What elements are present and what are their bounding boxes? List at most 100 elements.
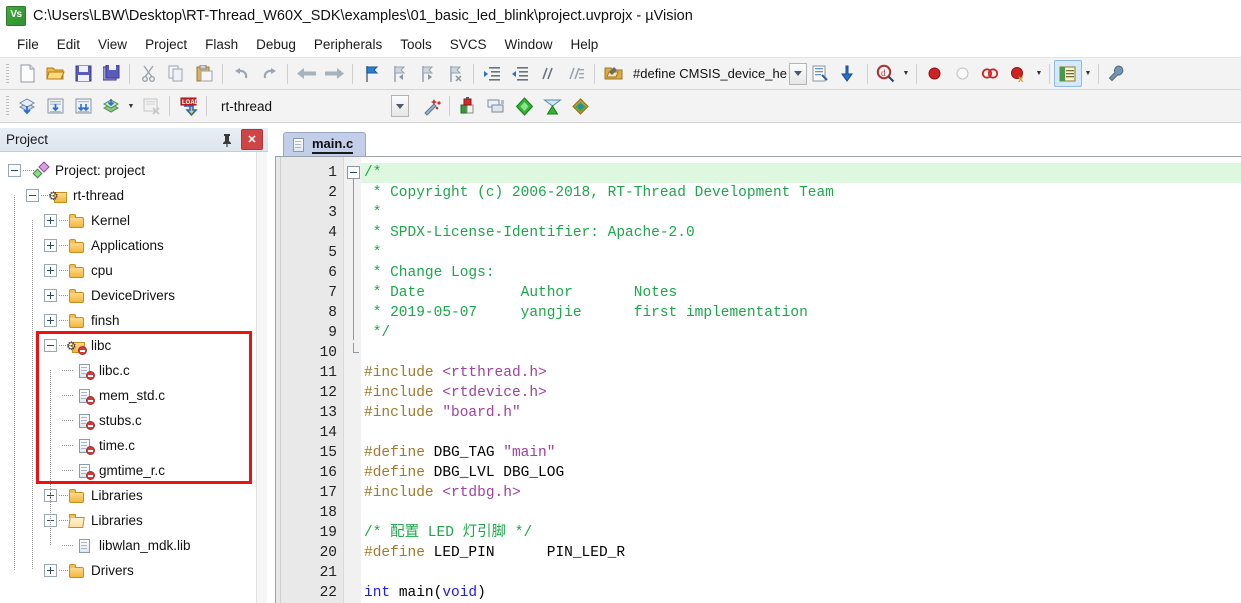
define-combo[interactable]: #define CMSIS_device_he — [629, 62, 807, 85]
code-text[interactable]: /* * Copyright (c) 2006-2018, RT-Thread … — [361, 157, 1241, 603]
rebuild-icon[interactable] — [69, 93, 97, 120]
multi-project-icon[interactable] — [566, 93, 594, 120]
code-line[interactable] — [361, 343, 1241, 363]
save-all-icon[interactable] — [97, 60, 125, 87]
paste-icon[interactable] — [190, 60, 218, 87]
close-icon[interactable]: ✕ — [241, 129, 263, 150]
collapse-icon[interactable] — [44, 339, 57, 352]
tree-item-time-c[interactable]: time.c — [0, 433, 267, 458]
packs-icon[interactable] — [510, 93, 538, 120]
code-line[interactable]: #define DBG_LVL DBG_LOG — [361, 463, 1241, 483]
windows-dropdown-caret-icon[interactable] — [1082, 61, 1094, 86]
code-line[interactable]: #include <rtdevice.h> — [361, 383, 1241, 403]
menu-project[interactable]: Project — [136, 35, 196, 54]
tree-item-libc-c[interactable]: libc.c — [0, 358, 267, 383]
insert-code-icon[interactable] — [835, 60, 863, 87]
kill-breakpoints-icon[interactable] — [977, 60, 1005, 87]
configure-icon[interactable] — [1103, 60, 1131, 87]
code-line[interactable] — [361, 423, 1241, 443]
menu-flash[interactable]: Flash — [196, 35, 247, 54]
fold-collapse-icon[interactable] — [347, 166, 360, 179]
code-line[interactable]: #include <rtthread.h> — [361, 363, 1241, 383]
redo-icon[interactable] — [255, 60, 283, 87]
code-line[interactable]: #include <rtdbg.h> — [361, 483, 1241, 503]
bookmark-prev-icon[interactable] — [385, 60, 413, 87]
new-file-icon[interactable] — [13, 60, 41, 87]
comment-icon[interactable] — [534, 60, 562, 87]
code-line[interactable]: */ — [361, 323, 1241, 343]
manage-windows-icon[interactable] — [1053, 60, 1082, 87]
indent-icon[interactable] — [478, 60, 506, 87]
menu-view[interactable]: View — [89, 35, 136, 54]
find-in-files-icon[interactable]: d — [872, 60, 900, 87]
expand-icon[interactable] — [44, 564, 57, 577]
navigate-forward-icon[interactable] — [320, 60, 348, 87]
open-file-icon[interactable] — [41, 60, 69, 87]
target-select[interactable]: rt-thread — [217, 95, 407, 117]
menu-edit[interactable]: Edit — [48, 35, 89, 54]
code-line[interactable]: #define LED_PIN PIN_LED_R — [361, 543, 1241, 563]
rte-icon[interactable] — [482, 93, 510, 120]
tree-item-kernel[interactable]: Kernel — [0, 208, 267, 233]
batch-build-icon[interactable] — [97, 93, 125, 120]
pack-installer-icon[interactable] — [538, 93, 566, 120]
tree-item-libwlan-mdk-lib[interactable]: libwlan_mdk.lib — [0, 533, 267, 558]
collapse-icon[interactable] — [8, 164, 21, 177]
code-view[interactable]: 1 2 3 4 5 6 7 8 9 10 11 12 13 14 15 16 17 18 19 20 21 22 /* *… — [275, 156, 1241, 603]
tree-item-finsh[interactable]: finsh — [0, 308, 267, 333]
collapse-icon[interactable] — [26, 189, 39, 202]
target-options-icon[interactable] — [417, 93, 445, 120]
expand-icon[interactable] — [44, 239, 57, 252]
disable-all-breakpoints-icon[interactable]: x — [1005, 60, 1033, 87]
copy-icon[interactable] — [162, 60, 190, 87]
pin-icon[interactable] — [217, 130, 237, 149]
bookmark-toggle-icon[interactable] — [357, 60, 385, 87]
expand-icon[interactable] — [44, 314, 57, 327]
tree-item-mem-std-c[interactable]: mem_std.c — [0, 383, 267, 408]
tree-item-stubs-c[interactable]: stubs.c — [0, 408, 267, 433]
configure-target-icon[interactable] — [599, 60, 627, 87]
code-line[interactable] — [361, 563, 1241, 583]
code-line[interactable]: * SPDX-License-Identifier: Apache-2.0 — [361, 223, 1241, 243]
translate-icon[interactable] — [13, 93, 41, 120]
toolbar-grip[interactable] — [6, 63, 9, 84]
menu-window[interactable]: Window — [495, 35, 561, 54]
code-line[interactable]: * Date Author Notes — [361, 283, 1241, 303]
batch-build-caret-icon[interactable] — [125, 94, 137, 119]
project-tree[interactable]: Project: project rt-thread Kernel Applicati… — [0, 152, 268, 603]
menu-svcs[interactable]: SVCS — [441, 35, 496, 54]
stop-build-icon[interactable] — [137, 93, 165, 120]
bookmark-next-icon[interactable] — [413, 60, 441, 87]
code-line[interactable]: * — [361, 243, 1241, 263]
code-line[interactable]: #define DBG_TAG "main" — [361, 443, 1241, 463]
menu-file[interactable]: File — [8, 35, 48, 54]
expand-icon[interactable] — [44, 214, 57, 227]
bookmark-clear-icon[interactable] — [441, 60, 469, 87]
menu-debug[interactable]: Debug — [247, 35, 305, 54]
download-icon[interactable]: LOAD — [174, 93, 202, 120]
navigate-back-icon[interactable] — [292, 60, 320, 87]
code-line[interactable]: * Copyright (c) 2006-2018, RT-Thread Dev… — [361, 183, 1241, 203]
tree-item-applications[interactable]: Applications — [0, 233, 267, 258]
find-dropdown-caret-icon[interactable] — [900, 61, 912, 86]
menu-peripherals[interactable]: Peripherals — [305, 35, 391, 54]
save-icon[interactable] — [69, 60, 97, 87]
breakpoint-disable-icon[interactable] — [949, 60, 977, 87]
menu-tools[interactable]: Tools — [391, 35, 441, 54]
tree-item-drivers[interactable]: Drivers — [0, 558, 267, 583]
tree-item-cpu[interactable]: cpu — [0, 258, 267, 283]
tree-item-project-project[interactable]: Project: project — [0, 158, 267, 183]
code-line[interactable]: #include "board.h" — [361, 403, 1241, 423]
chevron-down-icon[interactable] — [788, 62, 807, 85]
panel-splitter[interactable] — [268, 128, 275, 603]
fold-margin[interactable] — [343, 157, 361, 603]
build-icon[interactable] — [41, 93, 69, 120]
tree-item-libraries[interactable]: Libraries — [0, 483, 267, 508]
undo-icon[interactable] — [227, 60, 255, 87]
uncomment-icon[interactable] — [562, 60, 590, 87]
toolbar-grip[interactable] — [6, 96, 9, 116]
tree-item-rt-thread[interactable]: rt-thread — [0, 183, 267, 208]
text-browse-icon[interactable] — [807, 60, 835, 87]
tree-item-gmtime-r-c[interactable]: gmtime_r.c — [0, 458, 267, 483]
tab-main-c[interactable]: main.c — [283, 132, 367, 156]
